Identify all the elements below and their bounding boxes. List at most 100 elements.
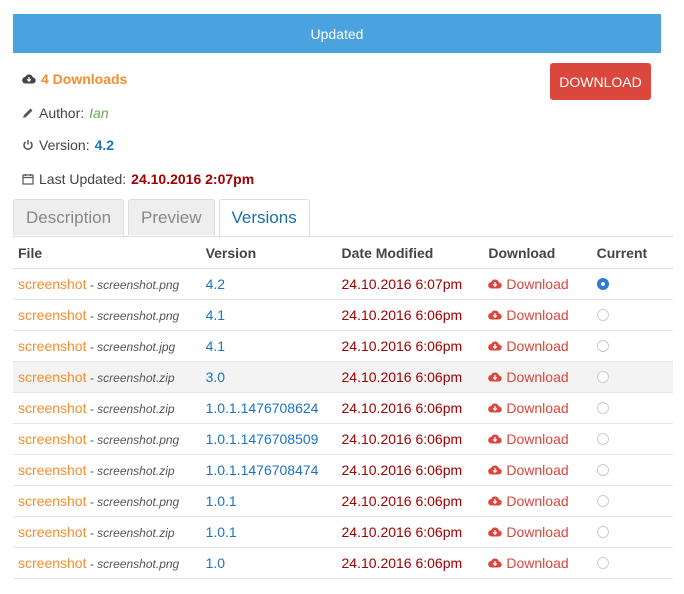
file-sep: - bbox=[86, 526, 98, 540]
file-sep: - bbox=[86, 495, 98, 509]
download-link-label: Download bbox=[506, 276, 569, 292]
download-link[interactable]: Download bbox=[488, 462, 591, 478]
cloud-download-icon bbox=[488, 495, 503, 507]
download-count: 4 Downloads bbox=[22, 71, 127, 87]
table-row: screenshot - screenshot.png 4.2 24.10.2016… bbox=[13, 269, 673, 300]
header-file: File bbox=[18, 244, 43, 261]
file-sep: - bbox=[86, 557, 98, 571]
version-link[interactable]: 1.0.1.1476708474 bbox=[206, 462, 319, 478]
version-link[interactable]: 4.2 bbox=[206, 276, 225, 292]
versions-table: File Version Date Modified Download Curr… bbox=[13, 236, 673, 579]
file-sep: - bbox=[86, 278, 98, 292]
download-button[interactable]: DOWNLOAD bbox=[550, 63, 651, 100]
cloud-download-icon bbox=[488, 464, 503, 476]
file-filename: screenshot.png bbox=[97, 495, 180, 509]
table-body: screenshot - screenshot.png 4.2 24.10.2016… bbox=[13, 269, 673, 579]
version-link[interactable]: 1.0.1.1476708624 bbox=[206, 400, 319, 416]
file-cell: screenshot - screenshot.zip bbox=[13, 369, 206, 385]
download-count-text: 4 Downloads bbox=[41, 71, 128, 87]
download-link[interactable]: Download bbox=[488, 307, 591, 323]
power-icon bbox=[22, 139, 34, 151]
file-name-link[interactable]: screenshot bbox=[18, 400, 86, 416]
version-link[interactable]: 1.0.1 bbox=[206, 524, 237, 540]
current-radio[interactable] bbox=[596, 402, 609, 414]
file-cell: screenshot - screenshot.zip bbox=[13, 400, 206, 416]
download-link-label: Download bbox=[506, 462, 569, 478]
download-link[interactable]: Download bbox=[488, 400, 591, 416]
current-radio[interactable] bbox=[596, 371, 609, 383]
header-download: Download bbox=[488, 244, 556, 261]
table-header: File Version Date Modified Download Curr… bbox=[13, 237, 673, 269]
current-radio[interactable] bbox=[596, 278, 609, 290]
tab-bar: Description Preview Versions bbox=[13, 199, 673, 236]
download-link[interactable]: Download bbox=[488, 524, 591, 540]
file-name-link[interactable]: screenshot bbox=[18, 524, 86, 540]
version-line: Version: 4.2 bbox=[22, 137, 114, 153]
current-radio[interactable] bbox=[596, 557, 609, 569]
file-cell: screenshot - screenshot.zip bbox=[13, 462, 206, 478]
current-radio[interactable] bbox=[596, 464, 609, 476]
date-modified: 24.10.2016 6:06pm bbox=[341, 307, 463, 323]
version-link[interactable]: 4.1 bbox=[206, 338, 225, 354]
date-modified: 24.10.2016 6:07pm bbox=[341, 276, 463, 292]
version-link[interactable]: 4.1 bbox=[206, 307, 225, 323]
calendar-icon bbox=[22, 173, 34, 185]
download-link[interactable]: Download bbox=[488, 555, 591, 571]
current-radio[interactable] bbox=[596, 495, 609, 507]
pencil-icon bbox=[22, 107, 34, 119]
file-name-link[interactable]: screenshot bbox=[18, 369, 86, 385]
version-link[interactable]: 1.0.1 bbox=[206, 493, 237, 509]
download-link[interactable]: Download bbox=[488, 493, 591, 509]
download-link-label: Download bbox=[506, 493, 569, 509]
table-row: screenshot - screenshot.png 1.0.1 24.10.20… bbox=[13, 486, 673, 517]
cloud-download-icon bbox=[488, 309, 503, 321]
current-radio[interactable] bbox=[596, 340, 609, 352]
file-sep: - bbox=[86, 340, 98, 354]
header-version: Version bbox=[205, 244, 257, 261]
version-link[interactable]: 1.0 bbox=[206, 555, 225, 571]
file-name-link[interactable]: screenshot bbox=[18, 307, 86, 323]
download-link-label: Download bbox=[506, 307, 569, 323]
file-cell: screenshot - screenshot.png bbox=[13, 555, 206, 571]
version-label: Version: bbox=[39, 137, 90, 153]
header-date-modified: Date Modified bbox=[341, 244, 434, 261]
file-filename: screenshot.zip bbox=[97, 371, 175, 385]
current-radio[interactable] bbox=[596, 433, 609, 445]
table-row: screenshot - screenshot.png 1.0.1.1476708… bbox=[13, 424, 673, 455]
table-row: screenshot - screenshot.png 1.0 24.10.2016… bbox=[13, 548, 673, 579]
file-name-link[interactable]: screenshot bbox=[18, 431, 86, 447]
file-filename: screenshot.png bbox=[97, 433, 180, 447]
table-row: screenshot - screenshot.zip 1.0.1.1476708… bbox=[13, 455, 673, 486]
file-filename: screenshot.zip bbox=[97, 526, 175, 540]
download-link[interactable]: Download bbox=[488, 276, 591, 292]
file-name-link[interactable]: screenshot bbox=[18, 555, 86, 571]
download-link-label: Download bbox=[506, 369, 569, 385]
cloud-download-icon bbox=[488, 526, 503, 538]
cloud-download-icon bbox=[22, 73, 36, 85]
file-cell: screenshot - screenshot.zip bbox=[13, 524, 206, 540]
table-row: screenshot - screenshot.jpg 4.1 24.10.2016… bbox=[13, 331, 673, 362]
version-value: 4.2 bbox=[94, 137, 115, 153]
author-line: Author: Ian bbox=[22, 105, 109, 121]
date-modified: 24.10.2016 6:06pm bbox=[341, 338, 463, 354]
download-link-label: Download bbox=[506, 524, 569, 540]
download-link[interactable]: Download bbox=[488, 431, 591, 447]
file-name-link[interactable]: screenshot bbox=[18, 462, 86, 478]
tab-description[interactable]: Description bbox=[13, 199, 125, 235]
author-label: Author: bbox=[39, 105, 85, 121]
current-radio[interactable] bbox=[596, 309, 609, 321]
current-radio[interactable] bbox=[596, 526, 609, 538]
status-banner: Updated bbox=[13, 14, 661, 53]
file-sep: - bbox=[86, 309, 98, 323]
updated-value: 24.10.2016 2:07pm bbox=[131, 171, 255, 187]
file-name-link[interactable]: screenshot bbox=[18, 493, 86, 509]
file-name-link[interactable]: screenshot bbox=[18, 276, 86, 292]
tab-versions[interactable]: Versions bbox=[218, 199, 310, 236]
download-link[interactable]: Download bbox=[488, 369, 591, 385]
version-link[interactable]: 1.0.1.1476708509 bbox=[206, 431, 319, 447]
version-link[interactable]: 3.0 bbox=[206, 369, 225, 385]
tab-preview[interactable]: Preview bbox=[128, 199, 215, 235]
download-link[interactable]: Download bbox=[488, 338, 591, 354]
file-filename: screenshot.png bbox=[97, 557, 180, 571]
file-name-link[interactable]: screenshot bbox=[18, 338, 86, 354]
